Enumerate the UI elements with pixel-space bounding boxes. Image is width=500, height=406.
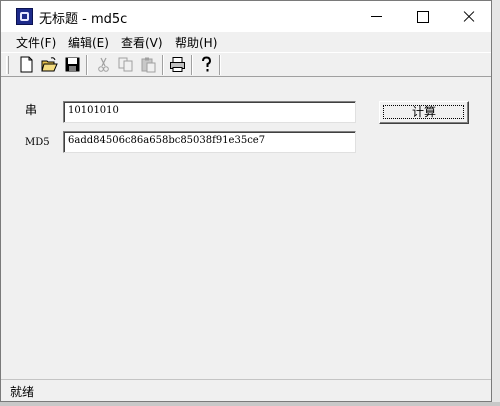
- focus-rectangle: [383, 105, 464, 119]
- print-icon[interactable]: [169, 56, 186, 73]
- toolbar-separator: [219, 55, 221, 75]
- new-icon[interactable]: [18, 56, 35, 73]
- calculate-button[interactable]: 计算: [379, 101, 469, 124]
- save-icon[interactable]: [64, 56, 81, 73]
- status-text: 就绪: [10, 385, 35, 399]
- copy-icon[interactable]: [117, 56, 134, 73]
- close-button[interactable]: [445, 1, 491, 32]
- toolbar-separator: [86, 55, 88, 75]
- main-window: 无标题 - md5c 文件(F) 编辑(E) 查看(V) 帮助(H) 串 101…: [0, 0, 492, 402]
- window-title: 无标题 - md5c: [39, 12, 128, 27]
- menu-view[interactable]: 查看(V): [121, 34, 163, 51]
- menu-help[interactable]: 帮助(H): [175, 34, 217, 51]
- toolbar-separator: [191, 55, 193, 75]
- open-icon[interactable]: [41, 56, 58, 73]
- menu-file[interactable]: 文件(F): [16, 34, 56, 51]
- paste-icon[interactable]: [140, 56, 157, 73]
- form-area: 串 10101010 MD5 6add84506c86a658bc85038f9…: [1, 77, 491, 379]
- cut-icon[interactable]: [95, 56, 112, 73]
- string-label: 串: [25, 103, 38, 117]
- background-window-bottom: [0, 402, 500, 406]
- menu-bar: 文件(F) 编辑(E) 查看(V) 帮助(H): [1, 32, 491, 52]
- help-icon[interactable]: [198, 56, 215, 73]
- toolbar: [1, 52, 491, 77]
- md5-output[interactable]: 6add84506c86a658bc85038f91e35ce7: [63, 131, 356, 153]
- menu-edit[interactable]: 编辑(E): [68, 34, 109, 51]
- title-bar[interactable]: 无标题 - md5c: [1, 1, 491, 32]
- minimize-button[interactable]: [353, 1, 399, 32]
- status-bar: 就绪: [1, 379, 491, 401]
- md5-label: MD5: [25, 137, 50, 148]
- toolbar-grip[interactable]: [6, 56, 9, 74]
- maximize-button[interactable]: [399, 1, 445, 32]
- string-input[interactable]: 10101010: [63, 101, 356, 123]
- background-window-right: [492, 0, 500, 406]
- toolbar-separator: [162, 55, 164, 75]
- app-icon: [16, 8, 33, 25]
